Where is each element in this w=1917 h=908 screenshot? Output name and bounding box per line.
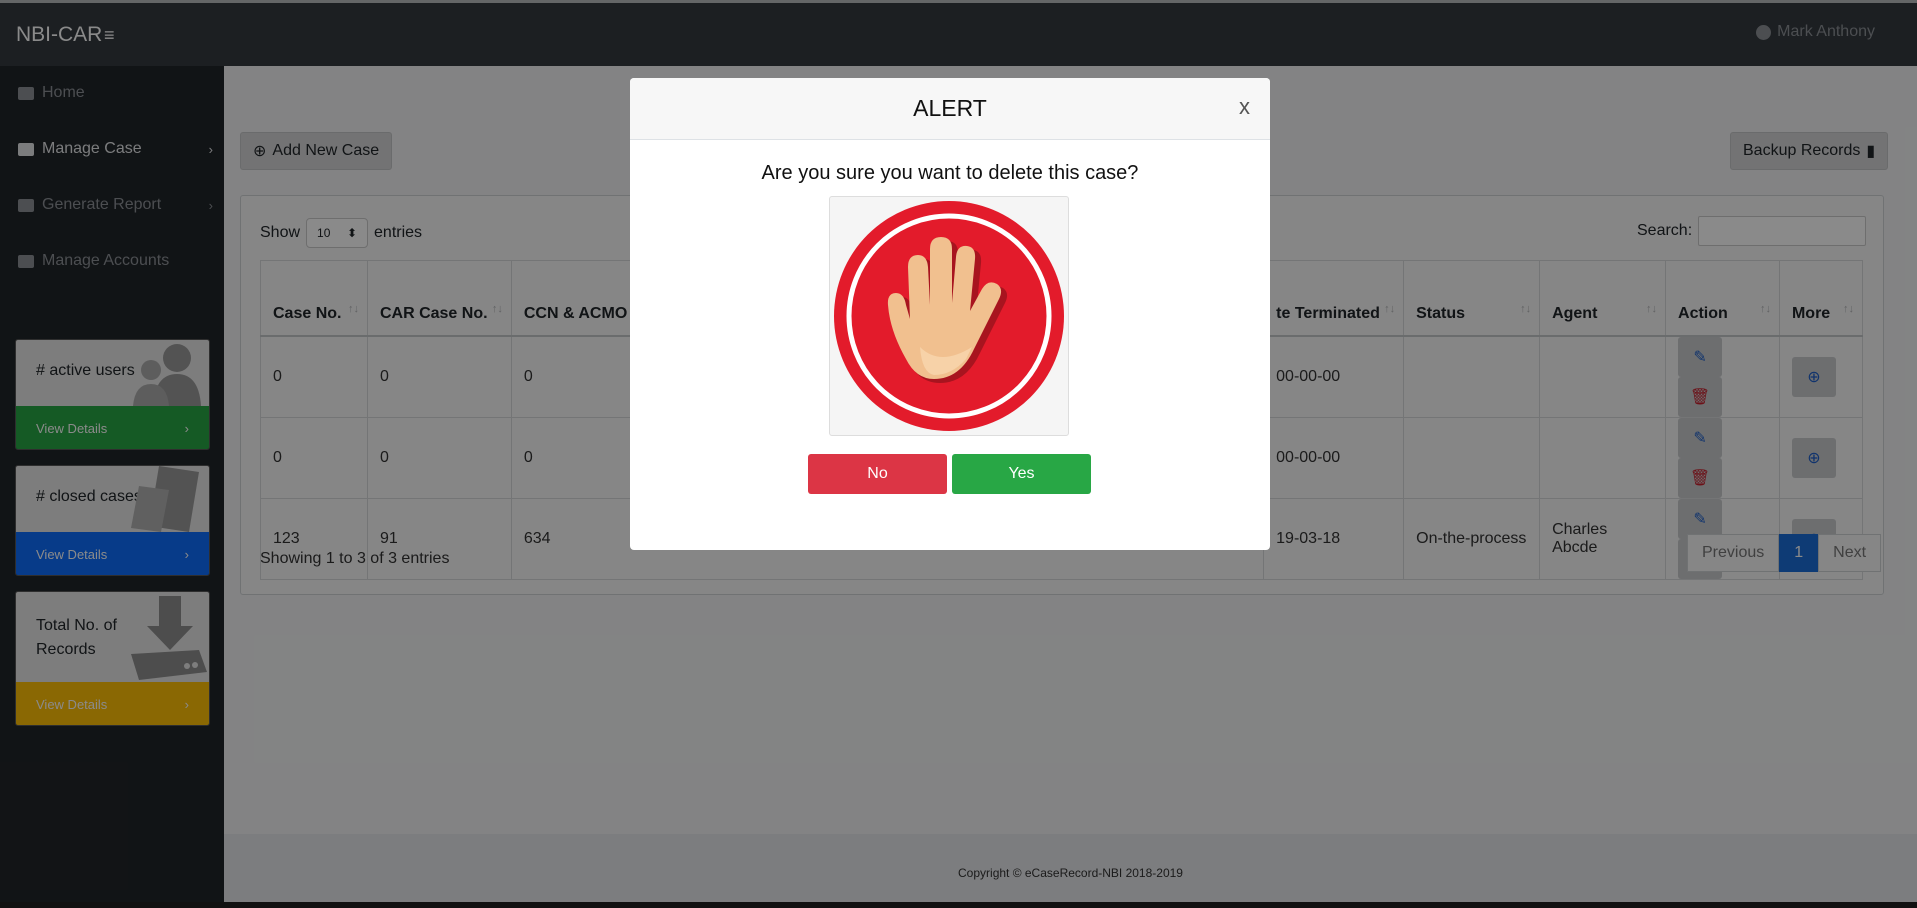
stop-image-frame	[829, 196, 1069, 436]
stop-hand-icon	[834, 201, 1064, 431]
delete-alert-modal: ALERT x Are you sure you want to delete …	[630, 78, 1270, 550]
close-icon[interactable]: x	[1239, 94, 1250, 120]
modal-message: Are you sure you want to delete this cas…	[761, 162, 1139, 184]
modal-header: ALERT x	[630, 78, 1270, 140]
yes-button[interactable]: Yes	[952, 454, 1091, 494]
window-bottom-edge	[0, 902, 1917, 908]
modal-title: ALERT	[913, 95, 987, 121]
no-button[interactable]: No	[808, 454, 947, 494]
